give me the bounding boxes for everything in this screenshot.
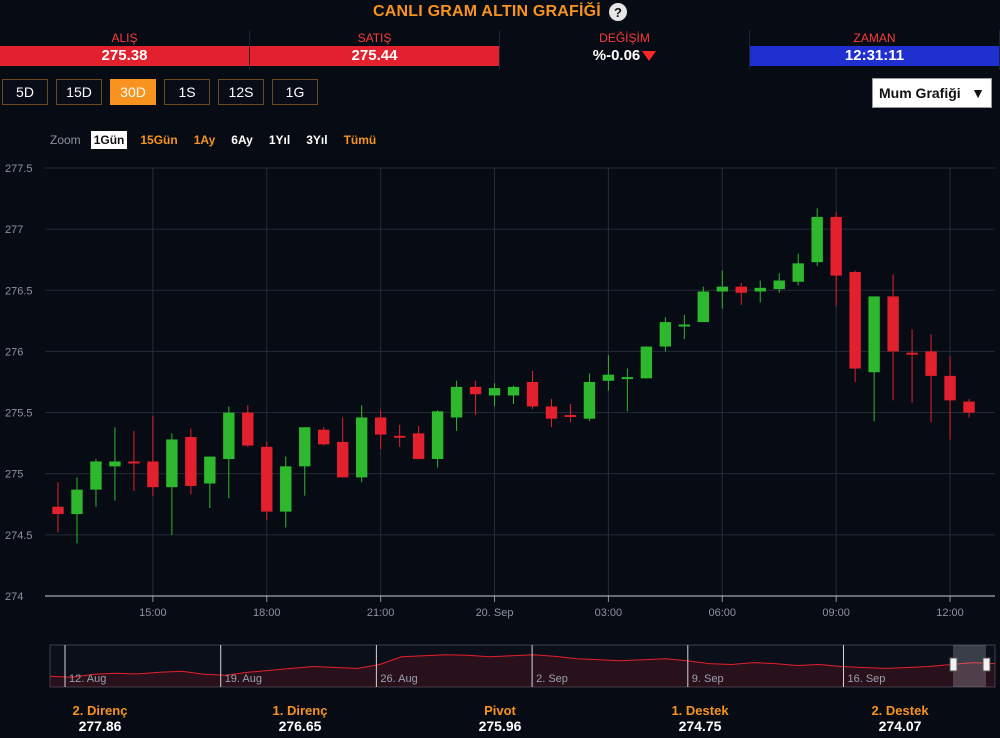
x-tick-label: 03:00 xyxy=(595,607,623,619)
navigator-date-label: 12. Aug xyxy=(69,673,106,685)
candle-body-up xyxy=(868,296,880,373)
candle-body-up xyxy=(621,377,634,380)
level-resistance-2: 2. Direnç 277.86 xyxy=(0,703,200,734)
y-tick-label: 276 xyxy=(5,346,23,358)
navigator-handle[interactable] xyxy=(982,657,991,672)
candle-body-up xyxy=(71,489,83,515)
candle-body-up xyxy=(488,388,501,396)
candle-body-down xyxy=(185,437,197,486)
candle-body-down xyxy=(147,461,159,488)
y-tick-label: 274.5 xyxy=(5,530,33,542)
candle-body-up xyxy=(697,291,709,323)
x-tick-label: 09:00 xyxy=(822,607,850,619)
candle-body-up xyxy=(431,411,444,460)
pivot-levels: 2. Direnç 277.86 1. Direnç 276.65 Pivot … xyxy=(0,703,1000,734)
candle-body-up xyxy=(507,386,520,396)
candle-body-up xyxy=(109,461,121,467)
level-name: 2. Destek xyxy=(871,703,929,718)
candle-body-down xyxy=(849,271,861,369)
y-tick-label: 276.5 xyxy=(5,285,33,297)
candle-body-up xyxy=(450,386,463,418)
candle-body-up xyxy=(773,280,785,290)
candle-body-up xyxy=(90,461,102,490)
candle-body-up xyxy=(659,322,672,347)
navigator-date-label: 26. Aug xyxy=(380,673,417,685)
level-value: 276.65 xyxy=(278,718,322,734)
candle-body-down xyxy=(318,429,330,445)
x-tick-label: 12:00 xyxy=(936,607,964,619)
x-tick-label: 20. Sep xyxy=(476,607,514,619)
y-tick-label: 275 xyxy=(5,469,23,481)
level-value: 277.86 xyxy=(78,718,122,734)
candle-body-up xyxy=(678,324,691,327)
candle-body-down xyxy=(735,286,747,293)
navigator-date-label: 9. Sep xyxy=(692,673,724,685)
candle-body-up xyxy=(640,346,653,379)
level-value: 274.75 xyxy=(678,718,722,734)
chart-grid xyxy=(45,167,995,597)
x-tick-label: 21:00 xyxy=(367,607,395,619)
candle-body-down xyxy=(545,406,558,419)
candle-body-up xyxy=(716,286,728,292)
level-value: 274.07 xyxy=(878,718,922,734)
navigator-handle[interactable] xyxy=(949,657,958,672)
candle-body-up xyxy=(299,427,311,467)
y-tick-label: 275.5 xyxy=(5,408,33,420)
candle-body-down xyxy=(830,216,842,276)
level-support-1: 1. Destek 274.75 xyxy=(600,703,800,734)
candle-body-down xyxy=(963,401,975,413)
level-name: 2. Direnç xyxy=(72,703,128,718)
navigator-date-label: 19. Aug xyxy=(225,673,262,685)
candle-body-up xyxy=(204,456,216,484)
navigator-date-label: 2. Sep xyxy=(536,673,568,685)
candle-body-down xyxy=(412,433,425,460)
candle-body-up xyxy=(583,382,596,419)
candlestick-chart[interactable]: 274 274.5 275 275.5 276 276.5 277 277.5 15:00 18:… xyxy=(0,0,1000,700)
candle-body-down xyxy=(906,352,918,355)
navigator-date-label: 16. Sep xyxy=(848,673,886,685)
candle-body-down xyxy=(925,351,937,376)
candle-body-up xyxy=(602,374,615,381)
candle-body-down xyxy=(52,506,64,515)
candle-body-down xyxy=(393,435,406,438)
candle-body-down xyxy=(242,412,254,446)
candle-body-down xyxy=(944,375,956,401)
y-tick-label: 277 xyxy=(5,224,23,236)
level-pivot: Pivot 275.96 xyxy=(400,703,600,734)
x-tick-label: 15:00 xyxy=(139,607,167,619)
candle-body-up xyxy=(811,216,823,263)
candle-body-down xyxy=(887,296,899,352)
candle-body-down xyxy=(564,415,577,418)
candle-body-down xyxy=(128,461,140,464)
level-value: 275.96 xyxy=(478,718,522,734)
level-resistance-1: 1. Direnç 276.65 xyxy=(200,703,400,734)
x-tick-label: 06:00 xyxy=(709,607,737,619)
navigator[interactable]: 12. Aug 19. Aug 26. Aug 2. Sep 9. Sep 16. Sep xyxy=(49,644,996,688)
candle-body-down xyxy=(374,417,387,435)
candle-body-down xyxy=(261,446,273,512)
candle-body-up xyxy=(792,263,804,282)
candle-body-down xyxy=(469,386,482,395)
y-tick-label: 277.5 xyxy=(5,163,33,175)
candle-body-up xyxy=(223,412,235,460)
candle-body-up xyxy=(355,417,368,478)
candle-body-down xyxy=(526,382,539,407)
level-support-2: 2. Destek 274.07 xyxy=(800,703,1000,734)
navigator-window xyxy=(953,645,986,687)
candle-body-up xyxy=(280,466,292,512)
level-name: 1. Direnç xyxy=(272,703,328,718)
y-tick-label: 274 xyxy=(5,591,23,603)
x-tick-label: 18:00 xyxy=(253,607,281,619)
level-name: Pivot xyxy=(484,703,516,718)
candle-body-up xyxy=(166,439,178,488)
candle-body-up xyxy=(754,287,766,292)
level-name: 1. Destek xyxy=(671,703,729,718)
candle-body-down xyxy=(337,441,349,478)
